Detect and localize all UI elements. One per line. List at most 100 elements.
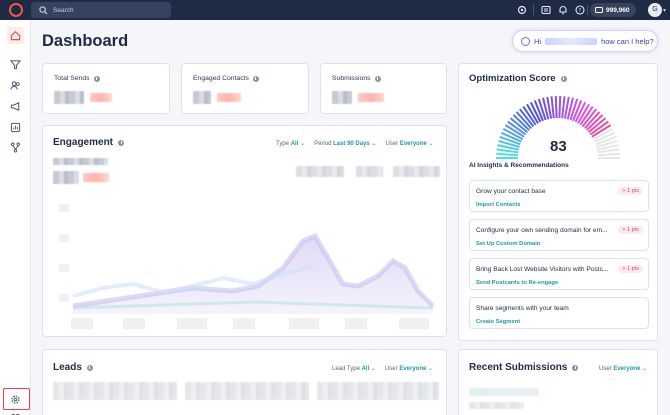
sidebar-item-contacts[interactable]: [7, 77, 24, 94]
info-icon[interactable]: [86, 364, 93, 371]
workflow-icon: [11, 142, 20, 153]
stat-label-text: Submissions: [332, 75, 371, 82]
optimization-score-value: 83: [550, 138, 567, 155]
bell-icon[interactable]: [558, 5, 568, 15]
stat-label: Engaged Contacts: [193, 75, 259, 82]
sidebar: [0, 20, 31, 415]
search-bar[interactable]: Search: [31, 2, 171, 18]
page-title: Dashboard: [42, 32, 129, 50]
filter-value: All: [361, 366, 370, 372]
optimization-title-text: Optimization Score: [469, 73, 556, 84]
user-filter[interactable]: User Everyone ⌄: [385, 365, 433, 372]
info-icon[interactable]: [93, 75, 100, 82]
leads-filters: Lead Type All ⌄ User Everyone ⌄: [332, 365, 433, 372]
sidebar-item-apps[interactable]: [7, 410, 24, 415]
settings-icon: [11, 395, 20, 404]
filter-label: Lead Type: [332, 366, 360, 372]
stat-card-total-sends[interactable]: Total Sends: [42, 63, 170, 114]
inbox-icon[interactable]: [541, 5, 551, 15]
optimization-score-card: Optimization Score 83 AI Insights & Reco…: [458, 63, 658, 341]
info-icon[interactable]: [118, 139, 125, 146]
leads-stage-redacted: [53, 382, 177, 400]
recent-submissions-filters: User Everyone ⌄: [599, 365, 647, 372]
ai-assistant-button[interactable]: Hi how can I help?: [512, 30, 658, 52]
sparkle-icon[interactable]: [517, 5, 527, 15]
redacted-user-name: [545, 37, 598, 45]
main-content: Dashboard Hi how can I help? Total Sends…: [31, 20, 670, 415]
stat-label: Total Sends: [54, 75, 100, 82]
leads-title-text: Leads: [53, 362, 82, 373]
leads-card: Leads Lead Type All ⌄ User Everyone ⌄: [42, 349, 447, 415]
recommendation-title: Configure your own sending domain for em…: [476, 227, 608, 234]
svg-text:?: ?: [579, 8, 582, 14]
stat-change-redacted: [90, 93, 112, 102]
filter-label: Type: [276, 141, 290, 147]
lead-type-filter[interactable]: Lead Type All ⌄: [332, 365, 376, 372]
info-icon[interactable]: [560, 75, 567, 82]
filter-label: User: [599, 366, 612, 372]
points-badge: + 1 pts: [618, 226, 643, 234]
gauge-tick-filled: [496, 152, 519, 157]
recommendation-item[interactable]: Share segments with your team Create Seg…: [469, 297, 649, 329]
recommendation-action-link[interactable]: Set Up Custom Domain: [476, 241, 540, 247]
ai-question: how can I help?: [601, 36, 654, 46]
avatar[interactable]: G: [648, 3, 662, 17]
recommendation-title: Grow your contact base: [476, 188, 546, 195]
ai-insights-heading: AI Insights & Recommendations: [469, 162, 569, 169]
chevron-down-icon[interactable]: ▾: [663, 7, 666, 14]
legend-redacted: [393, 166, 440, 177]
recommendation-item[interactable]: Bring Back Lost Website Visitors with Po…: [469, 258, 649, 290]
ai-sparkle-icon: [521, 36, 530, 46]
metric-label-redacted: [53, 158, 108, 165]
filter-label: User: [384, 366, 398, 372]
gauge-tick-filled: [554, 96, 558, 119]
sidebar-item-reports[interactable]: [7, 119, 24, 136]
topbar-divider: [587, 5, 588, 15]
recent-submissions-title-text: Recent Submissions: [469, 362, 568, 373]
recommendation-item[interactable]: Configure your own sending domain for em…: [469, 219, 649, 251]
info-icon[interactable]: [572, 364, 579, 371]
credits-balance[interactable]: 999,960: [590, 3, 636, 17]
recent-submissions-card: Recent Submissions User Everyone ⌄: [458, 349, 658, 415]
filter-label: Period: [314, 141, 332, 147]
metric-value-redacted: [53, 171, 79, 184]
leads-stage-redacted: [317, 382, 439, 400]
filter-value: Everyone: [613, 366, 641, 372]
home-icon: [10, 31, 21, 41]
recommendation-action-link[interactable]: Send Postcards to Re-engage: [476, 280, 558, 286]
user-filter[interactable]: User Everyone ⌄: [385, 140, 433, 147]
help-icon[interactable]: ?: [575, 5, 585, 15]
recommendation-item[interactable]: Grow your contact base Import Contacts +…: [469, 180, 649, 212]
info-icon[interactable]: [374, 75, 381, 82]
stat-value-redacted: [193, 91, 211, 104]
user-filter[interactable]: User Everyone ⌄: [599, 365, 647, 372]
gauge-tick-filled: [561, 96, 566, 119]
recommendation-action-link[interactable]: Create Segment: [476, 319, 520, 325]
sidebar-item-home[interactable]: [7, 27, 24, 44]
filter-value: Last 90 Days: [333, 141, 370, 147]
stat-value-redacted: [54, 91, 84, 104]
recommendation-title: Share segments with your team: [476, 305, 569, 312]
recommendation-action-link[interactable]: Import Contacts: [476, 202, 520, 208]
metric-change-redacted: [83, 173, 109, 182]
stat-card-engaged-contacts[interactable]: Engaged Contacts: [181, 63, 309, 114]
search-icon: [39, 5, 48, 15]
type-filter[interactable]: Type All ⌄: [276, 140, 305, 147]
period-filter[interactable]: Period Last 90 Days ⌄: [314, 140, 376, 147]
recent-submissions-title: Recent Submissions: [469, 362, 579, 373]
brand-logo[interactable]: [9, 3, 23, 17]
sidebar-item-campaigns[interactable]: [7, 98, 24, 115]
legend-redacted: [296, 166, 344, 177]
info-icon[interactable]: [252, 75, 259, 82]
top-bar: Search ? 999,960 G ▾: [0, 0, 670, 20]
submission-row-redacted: [469, 402, 524, 409]
sidebar-item-funnel[interactable]: [7, 56, 24, 73]
sidebar-item-settings[interactable]: [7, 391, 24, 408]
stat-card-submissions[interactable]: Submissions: [320, 63, 447, 114]
search-placeholder: Search: [53, 6, 74, 14]
leads-title: Leads: [53, 362, 93, 373]
recommendation-title: Bring Back Lost Website Visitors with Po…: [476, 266, 609, 273]
legend-redacted: [356, 166, 383, 177]
sidebar-item-workflows[interactable]: [7, 139, 24, 156]
gauge-tick-filled: [558, 96, 562, 119]
